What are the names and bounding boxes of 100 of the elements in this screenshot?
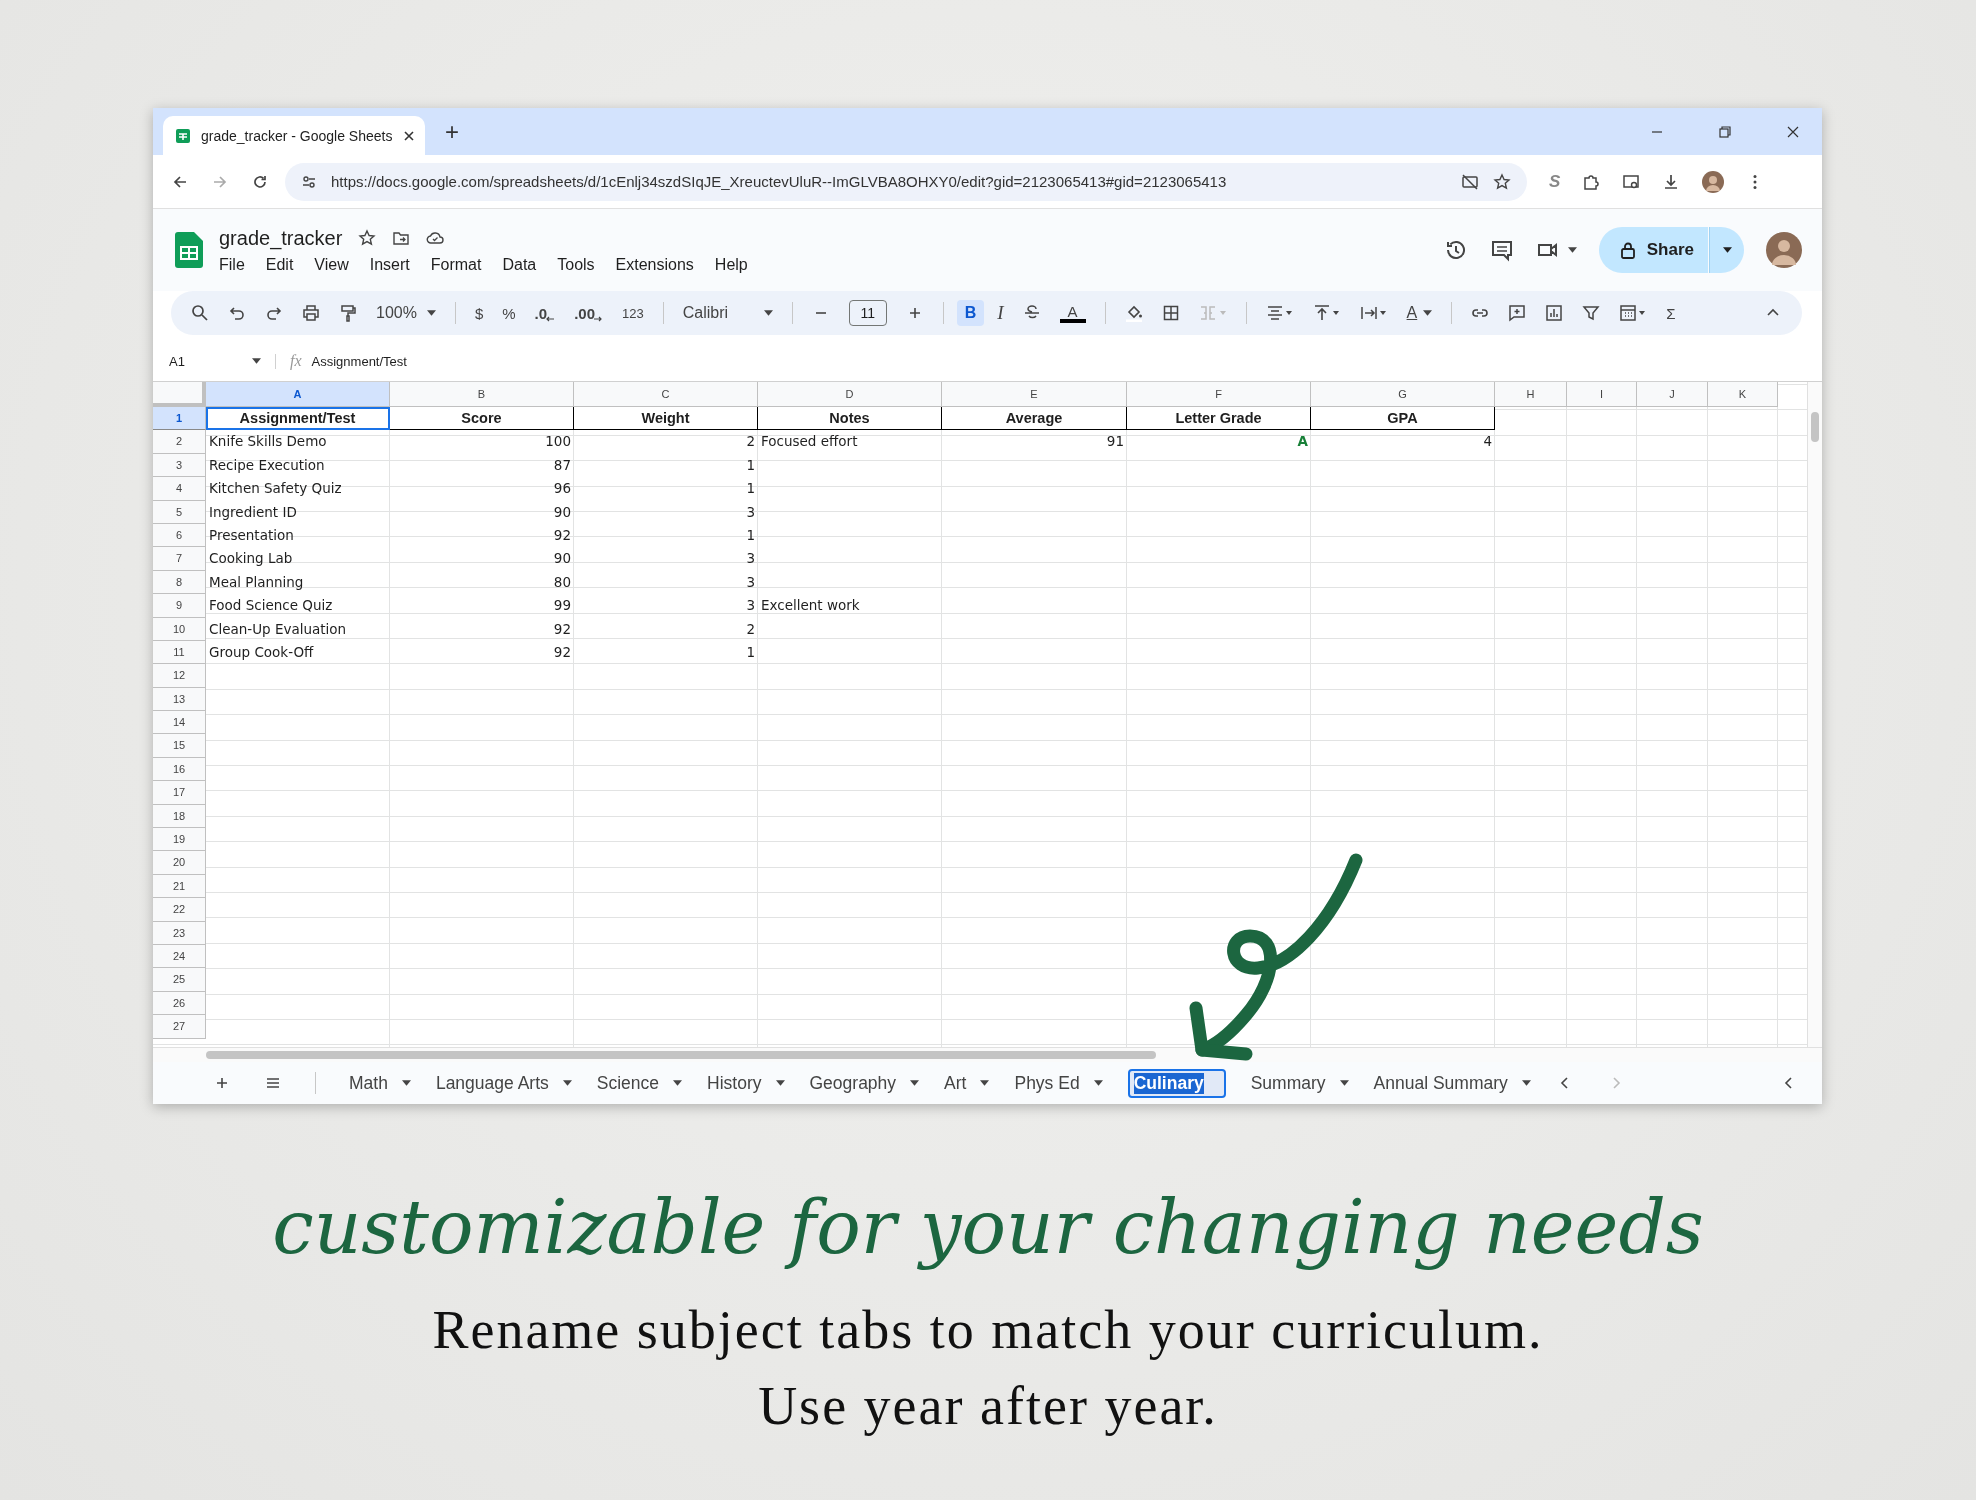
site-settings-icon[interactable] [301, 173, 317, 190]
row-header[interactable]: 26 [153, 991, 206, 1016]
row-header[interactable]: 23 [153, 921, 206, 945]
number-format-button[interactable]: 123 [622, 305, 644, 321]
row-header[interactable]: 7 [153, 547, 206, 571]
percent-button[interactable]: % [502, 304, 516, 322]
align-icon[interactable] [1265, 304, 1294, 322]
row-header[interactable]: 11 [153, 640, 206, 665]
close-icon[interactable] [1786, 124, 1800, 139]
row-header[interactable]: 12 [153, 664, 206, 688]
menu-item[interactable]: Extensions [615, 255, 694, 274]
column-header[interactable]: C [574, 382, 758, 407]
italic-button[interactable]: I [997, 302, 1004, 324]
row-header[interactable]: 20 [153, 851, 206, 875]
formula-field[interactable]: Assignment/Test [311, 353, 407, 369]
filter-icon[interactable] [1582, 304, 1601, 322]
row-header[interactable]: 10 [153, 617, 206, 641]
fill-color-icon[interactable] [1124, 304, 1143, 322]
menu-item[interactable]: Help [714, 255, 748, 274]
sheet-tab[interactable]: Science [596, 1072, 683, 1094]
column-header[interactable]: J [1637, 382, 1708, 407]
sheet-tab[interactable]: Summary [1250, 1072, 1349, 1094]
close-icon[interactable] [402, 128, 417, 143]
row-header[interactable]: 1 [153, 407, 206, 431]
increase-decimals-button[interactable]: .00 [574, 304, 603, 322]
column-header[interactable]: K [1708, 382, 1778, 407]
sheet-tab[interactable]: History [707, 1072, 785, 1094]
calculator-icon[interactable] [1619, 304, 1648, 322]
redo-icon[interactable] [265, 304, 283, 322]
paint-format-icon[interactable] [339, 304, 357, 322]
row-header[interactable]: 27 [153, 1015, 206, 1039]
row-header[interactable]: 15 [153, 734, 206, 758]
document-title[interactable]: grade_tracker [219, 226, 343, 250]
menu-item[interactable]: Format [430, 255, 482, 274]
avatar-icon[interactable] [1766, 232, 1802, 268]
text-wrap-icon[interactable] [1359, 304, 1388, 322]
undo-icon[interactable] [228, 304, 246, 322]
borders-icon[interactable] [1161, 304, 1180, 322]
decrease-decimals-button[interactable]: .0 [534, 304, 556, 322]
comment-icon[interactable] [1489, 238, 1514, 262]
column-header[interactable]: A [206, 382, 390, 407]
menu-item[interactable]: Edit [265, 255, 294, 274]
column-header[interactable]: D [758, 382, 942, 407]
menu-item[interactable]: Data [502, 255, 537, 274]
row-header[interactable]: 24 [153, 945, 206, 969]
puzzle-icon[interactable] [1582, 172, 1601, 191]
row-header[interactable]: 9 [153, 594, 206, 618]
row-header[interactable]: 5 [153, 500, 206, 524]
column-header[interactable]: G [1311, 382, 1495, 407]
avatar-icon[interactable] [1702, 170, 1725, 193]
sheets-logo-icon[interactable] [175, 231, 203, 269]
star-icon[interactable] [1493, 172, 1511, 191]
text-rotation-button[interactable]: A [1406, 304, 1433, 322]
column-header[interactable]: E [942, 382, 1127, 407]
sheet-tab[interactable]: Culinary [1127, 1068, 1226, 1098]
menu-item[interactable]: View [314, 255, 349, 274]
cloud-icon[interactable] [426, 229, 445, 247]
camera-off-icon[interactable] [1461, 172, 1479, 191]
share-button[interactable]: Share [1598, 227, 1708, 273]
sheet-tab[interactable]: Phys Ed [1014, 1072, 1103, 1094]
browser-tab[interactable]: grade_tracker - Google Sheets [163, 116, 425, 155]
folder-icon[interactable] [392, 229, 411, 247]
font-dropdown[interactable]: Calibri [682, 304, 773, 322]
menu-item[interactable]: File [219, 255, 245, 274]
chart-icon[interactable] [1545, 304, 1564, 322]
column-header[interactable]: I [1567, 382, 1637, 407]
row-header[interactable]: 2 [153, 430, 206, 454]
sheet-tab[interactable]: Art [944, 1072, 990, 1094]
bold-button[interactable]: B [956, 300, 985, 326]
sheet-tab[interactable]: Math [349, 1072, 411, 1094]
currency-button[interactable]: $ [474, 304, 484, 322]
row-header[interactable]: 21 [153, 874, 206, 899]
column-header[interactable]: B [390, 382, 574, 407]
row-header[interactable]: 4 [153, 477, 206, 501]
functions-button[interactable]: Σ [1666, 304, 1676, 322]
sheet-tab[interactable]: Annual Summary [1373, 1072, 1531, 1094]
row-header[interactable]: 18 [153, 804, 206, 829]
row-header[interactable]: 3 [153, 453, 206, 478]
column-header[interactable]: H [1495, 382, 1567, 407]
row-header[interactable]: 17 [153, 781, 206, 805]
merge-cells-icon[interactable] [1198, 304, 1227, 322]
add-comment-icon[interactable] [1508, 304, 1527, 322]
row-header[interactable]: 16 [153, 757, 206, 782]
row-header[interactable]: 6 [153, 523, 206, 548]
star-icon[interactable] [358, 229, 377, 247]
horizontal-scrollbar[interactable] [153, 1047, 1822, 1062]
restore-icon[interactable] [1718, 124, 1732, 139]
new-tab-button[interactable]: + [435, 117, 469, 146]
name-box[interactable]: A1 [169, 353, 276, 369]
vertical-align-icon[interactable] [1312, 304, 1341, 322]
row-header[interactable]: 25 [153, 968, 206, 992]
vertical-scrollbar[interactable] [1807, 382, 1822, 1047]
sheet-tab[interactable]: Geography [809, 1072, 920, 1094]
search-icon[interactable] [191, 304, 209, 322]
address-bar[interactable]: https://docs.google.com/spreadsheets/d/1cEnlj34szdSIqJE_XreuctevUluR--ImGLVBA8OHXY0/edit?gid=2123065413#gid=2123065413 [285, 162, 1527, 201]
font-size-field[interactable]: 11 [848, 300, 887, 326]
sheet-tab[interactable]: Language Arts [435, 1072, 572, 1094]
row-header[interactable]: 22 [153, 898, 206, 922]
extension-button[interactable]: S [1549, 171, 1561, 192]
text-color-button[interactable]: A [1059, 303, 1086, 323]
